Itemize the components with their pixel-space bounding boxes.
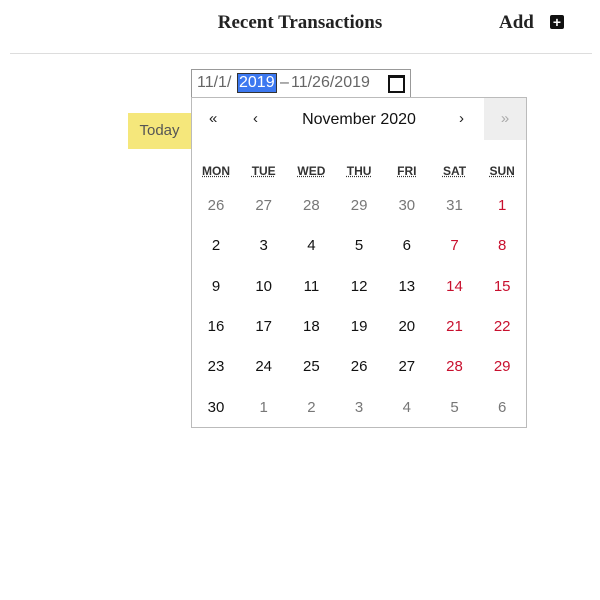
calendar-popup: « ‹ November 2020 › » MON TUE WED THU FRI SAT… — [191, 97, 527, 428]
weekday-label: SUN — [489, 164, 515, 178]
calendar-day[interactable]: 24 — [240, 358, 288, 375]
calendar-day[interactable]: 29 — [478, 358, 526, 375]
calendar-day[interactable]: 30 — [383, 197, 431, 214]
calendar-day[interactable]: 2 — [287, 399, 335, 416]
calendar-day[interactable]: 28 — [431, 358, 479, 375]
calendar-day[interactable]: 4 — [287, 237, 335, 254]
plus-square-icon[interactable]: + — [550, 15, 564, 29]
weekday-label: MON — [202, 164, 230, 178]
date-range-input[interactable]: 11/1/ 2019 – 11/26/2019 — [191, 69, 411, 98]
today-button[interactable]: Today — [128, 113, 191, 149]
weekday-label: FRI — [397, 164, 417, 178]
calendar-day[interactable]: 6 — [478, 399, 526, 416]
calendar-day[interactable]: 13 — [383, 278, 431, 295]
calendar-day[interactable]: 16 — [192, 318, 240, 335]
calendar-day[interactable]: 28 — [287, 197, 335, 214]
calendar-day[interactable]: 18 — [287, 318, 335, 335]
end-date[interactable]: 11/26/2019 — [291, 74, 370, 92]
weekday-header: FRI — [383, 164, 431, 178]
calendar-day[interactable]: 10 — [240, 278, 288, 295]
calendar-day[interactable]: 22 — [478, 318, 526, 335]
calendar-day[interactable]: 19 — [335, 318, 383, 335]
calendar-day[interactable]: 15 — [478, 278, 526, 295]
calendar-day[interactable]: 9 — [192, 278, 240, 295]
calendar-day[interactable]: 17 — [240, 318, 288, 335]
next-month-button[interactable]: › — [459, 110, 464, 127]
calendar-day[interactable]: 25 — [287, 358, 335, 375]
calendar-day[interactable]: 8 — [478, 237, 526, 254]
weekday-header: SAT — [431, 164, 479, 178]
calendar-day[interactable]: 26 — [335, 358, 383, 375]
calendar-day[interactable]: 21 — [431, 318, 479, 335]
calendar-day[interactable]: 12 — [335, 278, 383, 295]
calendar-day[interactable]: 1 — [478, 197, 526, 214]
start-year-segment[interactable]: 2019 — [237, 73, 277, 93]
calendar-day[interactable]: 4 — [383, 399, 431, 416]
weekday-label: SAT — [442, 164, 467, 178]
weekday-header: MON — [192, 164, 240, 178]
calendar-icon[interactable] — [388, 75, 405, 93]
weekday-header: THU — [335, 164, 383, 178]
calendar-day[interactable]: 27 — [240, 197, 288, 214]
calendar-day[interactable]: 5 — [335, 237, 383, 254]
calendar-day[interactable]: 27 — [383, 358, 431, 375]
start-month-day[interactable]: 11/1/ — [197, 74, 231, 92]
calendar-day[interactable]: 3 — [335, 399, 383, 416]
next-year-button[interactable]: » — [484, 98, 526, 140]
weekday-header: WED — [287, 164, 335, 178]
calendar-day[interactable]: 11 — [287, 278, 335, 295]
calendar-day[interactable]: 14 — [431, 278, 479, 295]
calendar-day[interactable]: 3 — [240, 237, 288, 254]
calendar-day[interactable]: 5 — [431, 399, 479, 416]
calendar-day[interactable]: 20 — [383, 318, 431, 335]
calendar-day[interactable]: 29 — [335, 197, 383, 214]
weekday-header: SUN — [478, 164, 526, 178]
calendar-day[interactable]: 23 — [192, 358, 240, 375]
weekday-label: TUE — [251, 164, 276, 178]
range-separator: – — [280, 74, 289, 91]
calendar-day[interactable]: 31 — [431, 197, 479, 214]
divider — [10, 53, 592, 54]
month-label[interactable]: November 2020 — [192, 111, 526, 129]
calendar-day[interactable]: 30 — [192, 399, 240, 416]
add-button[interactable]: Add — [499, 12, 534, 34]
calendar-day[interactable]: 26 — [192, 197, 240, 214]
calendar-day[interactable]: 6 — [383, 237, 431, 254]
calendar-day[interactable]: 7 — [431, 237, 479, 254]
weekday-label: WED — [297, 164, 326, 178]
calendar-day[interactable]: 2 — [192, 237, 240, 254]
weekday-label: THU — [346, 164, 372, 178]
calendar-day[interactable]: 1 — [240, 399, 288, 416]
weekday-header: TUE — [240, 164, 288, 178]
